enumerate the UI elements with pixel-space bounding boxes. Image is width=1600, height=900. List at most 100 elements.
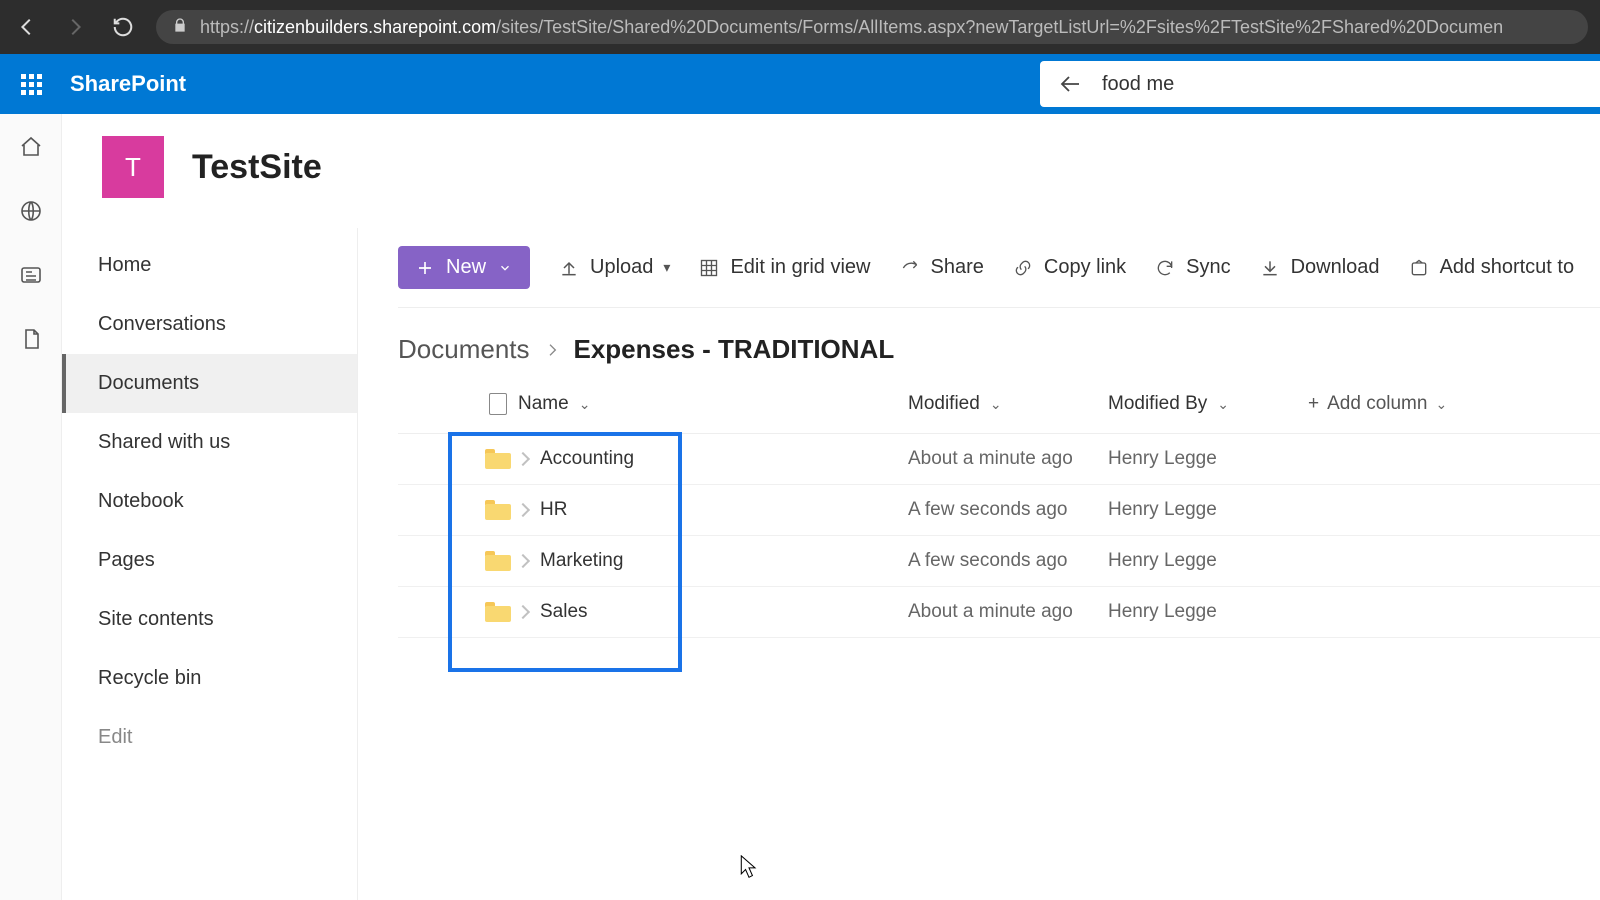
nav-documents[interactable]: Documents — [62, 354, 357, 413]
site-nav: Home Conversations Documents Shared with… — [62, 228, 358, 900]
rail-home-icon[interactable] — [18, 134, 44, 160]
add-column-button[interactable]: + Add column ⌄ — [1308, 393, 1600, 415]
item-name[interactable]: Accounting — [540, 448, 634, 470]
item-name[interactable]: Sales — [540, 601, 588, 623]
upload-label: Upload — [590, 256, 653, 279]
table-row[interactable]: Accounting About a minute ago Henry Legg… — [398, 434, 1600, 485]
col-modified-label: Modified — [908, 393, 980, 415]
copy-link-button[interactable]: Copy link — [1012, 256, 1126, 279]
nav-conversations[interactable]: Conversations — [62, 295, 357, 354]
nav-edit[interactable]: Edit — [62, 708, 357, 767]
app-launcher-button[interactable] — [0, 54, 62, 114]
site-logo[interactable]: T — [102, 136, 164, 198]
edit-grid-button[interactable]: Edit in grid view — [698, 256, 870, 279]
item-modified-by[interactable]: Henry Legge — [1108, 499, 1217, 521]
item-name[interactable]: HR — [540, 499, 567, 521]
breadcrumb-current: Expenses - TRADITIONAL — [574, 334, 895, 365]
share-button[interactable]: Share — [899, 256, 984, 279]
grid-icon — [698, 257, 720, 279]
upload-icon — [558, 257, 580, 279]
folder-icon — [485, 500, 511, 520]
folder-icon — [485, 602, 511, 622]
col-name-header[interactable]: Name ⌄ — [518, 393, 908, 415]
item-modified-by[interactable]: Henry Legge — [1108, 550, 1217, 572]
url-text: https://citizenbuilders.sharepoint.com/s… — [200, 17, 1503, 38]
chevron-right-icon — [544, 334, 560, 365]
breadcrumb-root[interactable]: Documents — [398, 334, 530, 365]
sync-pending-icon — [516, 452, 530, 466]
command-bar: New Upload ▾ Edit in grid — [398, 228, 1600, 308]
site-header: T TestSite — [62, 114, 1600, 228]
download-label: Download — [1291, 256, 1380, 279]
sync-pending-icon — [516, 554, 530, 568]
shortcut-icon — [1408, 257, 1430, 279]
item-modified: A few seconds ago — [908, 499, 1068, 521]
rail-news-icon[interactable] — [18, 262, 44, 288]
sync-button[interactable]: Sync — [1154, 256, 1230, 279]
share-icon — [899, 257, 921, 279]
table-row[interactable]: Marketing A few seconds ago Henry Legge — [398, 536, 1600, 587]
item-modified: About a minute ago — [908, 601, 1073, 623]
site-title[interactable]: TestSite — [192, 148, 322, 187]
rail-globe-icon[interactable] — [18, 198, 44, 224]
new-button[interactable]: New — [398, 246, 530, 289]
nav-recycle-bin[interactable]: Recycle bin — [62, 649, 357, 708]
browser-address-bar[interactable]: https://citizenbuilders.sharepoint.com/s… — [156, 10, 1588, 44]
sync-label: Sync — [1186, 256, 1230, 279]
rail-files-icon[interactable] — [18, 326, 44, 352]
chevron-down-icon: ▾ — [663, 259, 670, 276]
chevron-down-icon: ⌄ — [990, 396, 1002, 413]
share-label: Share — [931, 256, 984, 279]
chevron-down-icon — [498, 261, 512, 275]
copy-link-label: Copy link — [1044, 256, 1126, 279]
chevron-down-icon: ⌄ — [1435, 396, 1447, 413]
col-name-label: Name — [518, 393, 569, 415]
item-name[interactable]: Marketing — [540, 550, 623, 572]
nav-shared[interactable]: Shared with us — [62, 413, 357, 472]
folder-icon — [485, 551, 511, 571]
col-type[interactable] — [478, 393, 518, 415]
app-rail — [0, 114, 62, 900]
item-modified-by[interactable]: Henry Legge — [1108, 601, 1217, 623]
new-label: New — [446, 256, 486, 279]
item-modified: A few seconds ago — [908, 550, 1068, 572]
plus-icon — [416, 259, 434, 277]
search-input-value: food me — [1102, 73, 1174, 96]
nav-pages[interactable]: Pages — [62, 531, 357, 590]
download-button[interactable]: Download — [1259, 256, 1380, 279]
add-column-label: Add column — [1327, 393, 1427, 415]
col-modified-header[interactable]: Modified ⌄ — [908, 393, 1108, 415]
search-back-button[interactable] — [1058, 72, 1082, 96]
browser-back-button[interactable] — [12, 12, 42, 42]
link-icon — [1012, 257, 1034, 279]
table-row[interactable]: HR A few seconds ago Henry Legge — [398, 485, 1600, 536]
browser-toolbar: https://citizenbuilders.sharepoint.com/s… — [0, 0, 1600, 54]
plus-icon: + — [1308, 393, 1319, 415]
chevron-down-icon: ⌄ — [579, 396, 591, 413]
suite-header: SharePoint food me — [0, 54, 1600, 114]
upload-button[interactable]: Upload ▾ — [558, 256, 670, 279]
lock-icon — [172, 17, 188, 38]
add-shortcut-button[interactable]: Add shortcut to — [1408, 256, 1575, 279]
browser-reload-button[interactable] — [108, 12, 138, 42]
col-modifiedby-header[interactable]: Modified By ⌄ — [1108, 393, 1308, 415]
search-box[interactable]: food me — [1040, 61, 1600, 107]
browser-forward-button[interactable] — [60, 12, 90, 42]
sync-pending-icon — [516, 503, 530, 517]
nav-notebook[interactable]: Notebook — [62, 472, 357, 531]
breadcrumb: Documents Expenses - TRADITIONAL — [398, 308, 1600, 375]
sync-pending-icon — [516, 605, 530, 619]
sync-icon — [1154, 257, 1176, 279]
add-shortcut-label: Add shortcut to — [1440, 256, 1575, 279]
item-modified-by[interactable]: Henry Legge — [1108, 448, 1217, 470]
download-icon — [1259, 257, 1281, 279]
nav-home[interactable]: Home — [62, 236, 357, 295]
table-row[interactable]: Sales About a minute ago Henry Legge — [398, 587, 1600, 638]
brand-label[interactable]: SharePoint — [70, 71, 186, 97]
folder-icon — [485, 449, 511, 469]
file-icon — [489, 393, 507, 415]
edit-grid-label: Edit in grid view — [730, 256, 870, 279]
item-modified: About a minute ago — [908, 448, 1073, 470]
nav-site-contents[interactable]: Site contents — [62, 590, 357, 649]
waffle-icon — [21, 74, 42, 95]
